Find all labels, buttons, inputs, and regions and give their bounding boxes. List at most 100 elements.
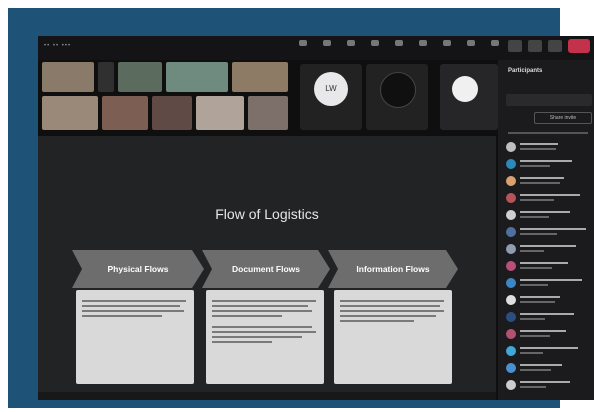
- avatar: [506, 295, 516, 305]
- call-controls: [508, 39, 590, 53]
- toolbar-icon: [299, 40, 307, 46]
- participant-tile[interactable]: [366, 64, 428, 130]
- toolbar-icon: [371, 40, 379, 46]
- content-box-document: [206, 290, 324, 384]
- avatar: [506, 193, 516, 203]
- toolbar-button[interactable]: [389, 40, 409, 56]
- content-box-physical: [76, 290, 194, 384]
- toolbar-button[interactable]: [293, 40, 313, 56]
- participant-subtitle: [520, 182, 560, 184]
- toolbar-icon: [347, 40, 355, 46]
- participant-subtitle: [520, 369, 552, 371]
- video-tile[interactable]: [42, 62, 94, 92]
- participant-row[interactable]: [506, 174, 594, 188]
- participant-tile[interactable]: LW: [300, 64, 362, 130]
- participant-subtitle: [520, 165, 550, 167]
- toolbar-button[interactable]: [317, 40, 337, 56]
- avatar: [506, 244, 516, 254]
- video-tile[interactable]: [118, 62, 162, 92]
- camera-button[interactable]: [508, 40, 522, 52]
- participant-subtitle: [520, 318, 546, 320]
- participant-row[interactable]: [506, 140, 594, 154]
- participant-name: [520, 194, 580, 196]
- avatar: [506, 142, 516, 152]
- avatar: [452, 76, 478, 102]
- participant-row[interactable]: [506, 259, 594, 273]
- participant-row[interactable]: [506, 208, 594, 222]
- toolbar-icon: [491, 40, 499, 46]
- participant-subtitle: [520, 199, 554, 201]
- participant-subtitle: [520, 301, 555, 303]
- participant-search-input[interactable]: [506, 94, 592, 106]
- avatar: [506, 159, 516, 169]
- section-header: [508, 132, 588, 134]
- participant-row[interactable]: [506, 276, 594, 290]
- share-button[interactable]: [548, 40, 562, 52]
- avatar: [506, 261, 516, 271]
- share-invite-button[interactable]: Share invite: [534, 112, 592, 124]
- text-line: [212, 326, 312, 328]
- toolbar-icon: [419, 40, 427, 46]
- text-line: [212, 336, 302, 338]
- participant-name: [520, 296, 560, 298]
- avatar: [506, 363, 516, 373]
- chevron-label-physical: Physical Flows: [107, 264, 169, 274]
- video-tile[interactable]: [196, 96, 244, 130]
- toolbar-button[interactable]: [413, 40, 433, 56]
- participant-name: [520, 143, 558, 145]
- participant-tile[interactable]: [440, 64, 498, 130]
- participant-name: [520, 228, 586, 230]
- toolbar-button[interactable]: [365, 40, 385, 56]
- status-strip: [38, 392, 496, 400]
- text-line: [82, 300, 186, 302]
- participant-row[interactable]: [506, 378, 594, 392]
- toolbar-button[interactable]: [437, 40, 457, 56]
- participant-row[interactable]: [506, 242, 594, 256]
- video-tile[interactable]: [42, 96, 98, 130]
- participant-name: [520, 160, 572, 162]
- text-line: [340, 320, 414, 322]
- video-tile[interactable]: [248, 96, 288, 130]
- video-tile[interactable]: [98, 62, 114, 92]
- participant-row[interactable]: [506, 293, 594, 307]
- participant-row[interactable]: [506, 191, 594, 205]
- toolbar-button[interactable]: [485, 40, 505, 56]
- participant-name: [520, 211, 570, 213]
- avatar: [506, 210, 516, 220]
- slide-title: Flow of Logistics: [215, 206, 319, 222]
- avatar: [380, 72, 416, 108]
- mic-button[interactable]: [528, 40, 542, 52]
- participant-row[interactable]: [506, 361, 594, 375]
- text-line: [212, 315, 282, 317]
- toolbar-button[interactable]: [341, 40, 361, 56]
- text-line: [212, 300, 316, 302]
- participant-row[interactable]: [506, 157, 594, 171]
- content-box-information: [334, 290, 452, 384]
- participant-row[interactable]: [506, 327, 594, 341]
- avatar: [506, 346, 516, 356]
- participant-row[interactable]: [506, 225, 594, 239]
- video-tile[interactable]: [232, 62, 288, 92]
- meeting-toolbar: •• •• •••: [38, 36, 594, 60]
- toolbar-button[interactable]: [461, 40, 481, 56]
- text-line: [212, 331, 316, 333]
- participant-row[interactable]: [506, 310, 594, 324]
- participant-name: [520, 313, 574, 315]
- text-line: [212, 310, 312, 312]
- participant-name: [520, 347, 578, 349]
- text-line: [212, 341, 272, 343]
- text-line: [212, 305, 308, 307]
- video-tile[interactable]: [102, 96, 148, 130]
- participant-row[interactable]: [506, 344, 594, 358]
- teams-meeting-window: •• •• ••• LW Flow of Logistics Physical …: [38, 36, 594, 400]
- participant-name: [520, 245, 576, 247]
- panel-title: Participants: [508, 68, 543, 74]
- text-line: [82, 305, 180, 307]
- video-tile[interactable]: [152, 96, 192, 130]
- text-line: [340, 315, 436, 317]
- participant-name: [520, 177, 564, 179]
- video-tile[interactable]: [166, 62, 228, 92]
- meeting-title: •• •• •••: [44, 43, 72, 49]
- leave-button[interactable]: [568, 39, 590, 53]
- text-line: [82, 310, 184, 312]
